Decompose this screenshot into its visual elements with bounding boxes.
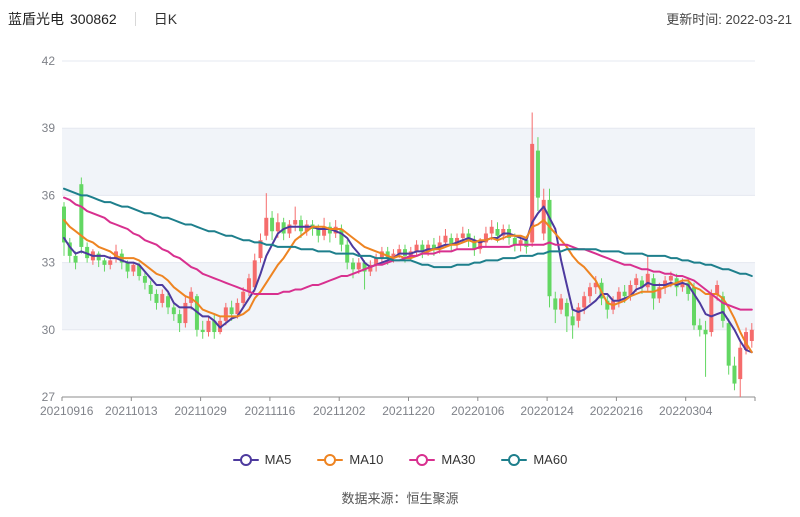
legend-marker-icon: [233, 454, 259, 466]
header-divider: [135, 12, 136, 26]
header: 蓝盾光电 300862 日K 更新时间: 2022-03-21: [0, 8, 800, 34]
data-source-label: 数据来源：恒生聚源: [0, 488, 800, 507]
legend-label: MA10: [349, 452, 383, 467]
update-time: 更新时间: 2022-03-21: [666, 9, 792, 28]
plot-area[interactable]: [62, 61, 755, 397]
x-axis: 20210916 20211013 20211029 20211116 20211202…: [40, 397, 755, 418]
y-axis-label: 27: [42, 390, 56, 404]
x-axis-label: 20220124: [520, 404, 574, 418]
legend-item-ma10[interactable]: MA10: [317, 452, 383, 467]
legend-label: MA30: [441, 452, 475, 467]
x-axis-label: 20211029: [174, 404, 227, 418]
legend-item-ma5[interactable]: MA5: [233, 452, 292, 467]
legend-item-ma60[interactable]: MA60: [501, 452, 567, 467]
x-axis-label: 20220106: [451, 404, 505, 418]
legend-marker-icon: [317, 454, 343, 466]
kline-chart[interactable]: 4239363330272021091620211013202110292021…: [0, 40, 800, 430]
legend-marker-icon: [501, 454, 527, 466]
y-axis-label: 33: [42, 256, 56, 270]
legend-marker-icon: [409, 454, 435, 466]
legend-label: MA5: [265, 452, 292, 467]
y-axis-label: 30: [42, 323, 56, 337]
y-axis-label: 39: [42, 121, 56, 135]
legend-item-ma30[interactable]: MA30: [409, 452, 475, 467]
y-axis-label: 36: [42, 188, 56, 202]
x-axis-label: 20211116: [245, 404, 296, 418]
stock-code: 300862: [70, 11, 117, 27]
x-axis-label: 20211013: [105, 404, 158, 418]
stock-name: 蓝盾光电: [8, 9, 64, 29]
period-tab-daily-k[interactable]: 日K: [154, 9, 177, 29]
x-axis-label: 20220216: [590, 404, 644, 418]
header-left: 蓝盾光电 300862 日K: [8, 8, 177, 30]
x-axis-label: 20210916: [40, 404, 94, 418]
x-axis-label: 20211220: [382, 404, 435, 418]
legend: MA5 MA10 MA30 MA60: [0, 452, 800, 467]
y-axis-label: 42: [42, 54, 56, 68]
x-axis-label: 20211202: [313, 404, 366, 418]
stock-chart-widget: 蓝盾光电 300862 日K 更新时间: 2022-03-21 42 39 36 33…: [0, 0, 800, 517]
x-axis-label: 20220304: [659, 404, 713, 418]
legend-label: MA60: [533, 452, 567, 467]
